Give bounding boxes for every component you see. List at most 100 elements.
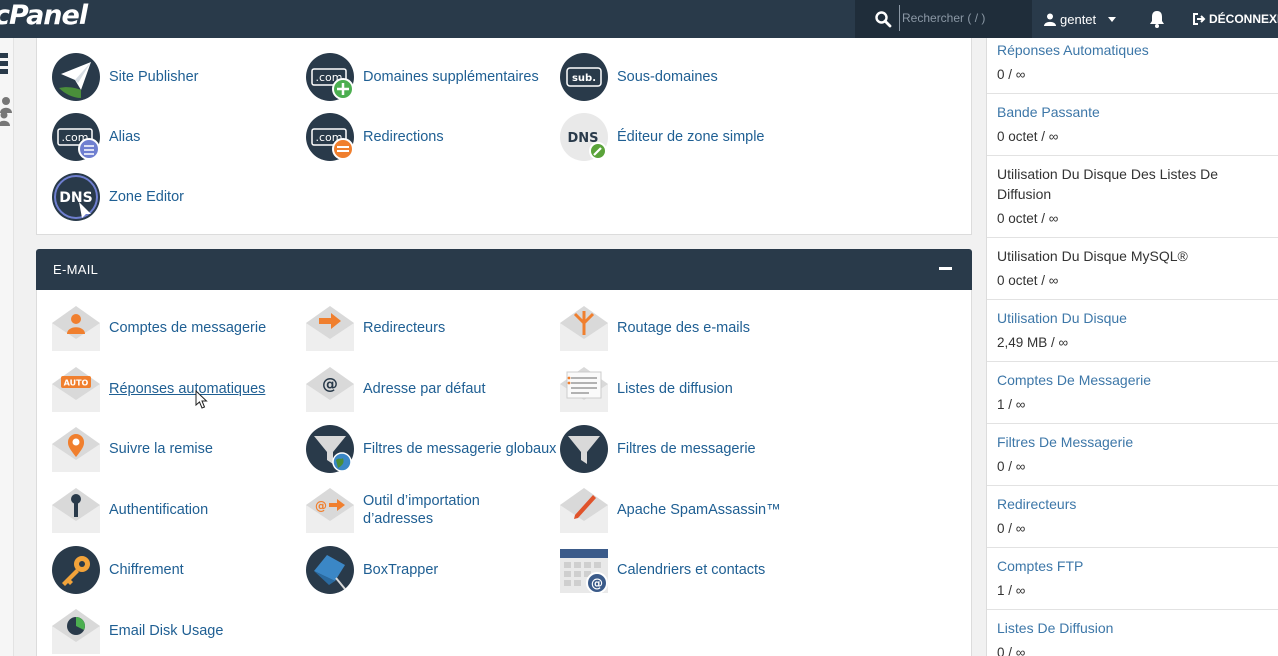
stat-row: Listes De Diffusion 0 / ∞: [987, 610, 1278, 656]
calendars-contacts-link[interactable]: @ Calendriers et contacts: [559, 545, 765, 595]
cpanel-logo[interactable]: cPanel: [0, 0, 88, 31]
stat-value: 0 octet / ∞: [997, 129, 1059, 144]
stat-name-link[interactable]: Comptes De Messagerie: [997, 370, 1151, 390]
svg-text:@: @: [322, 374, 338, 393]
forwarders-link[interactable]: Redirecteurs: [305, 303, 445, 353]
email-accounts-link[interactable]: Comptes de messagerie: [51, 303, 266, 353]
mailing-lists-link[interactable]: Listes de diffusion: [559, 364, 733, 414]
stat-value: 0 / ∞: [997, 645, 1026, 656]
dns-zone-icon: DNS: [52, 173, 100, 221]
chevron-down-icon: [1108, 16, 1117, 22]
stat-name-line: Diffusion: [997, 186, 1052, 202]
label-line: Outil d’importation: [363, 493, 480, 509]
stat-name-line: Utilisation Du Disque Des Listes De: [997, 166, 1218, 182]
stat-name-link[interactable]: Réponses Automatiques: [997, 40, 1149, 60]
stat-row: Utilisation Du Disque MySQL® 0 octet / ∞: [987, 238, 1278, 300]
boxtrapper-icon: [306, 546, 354, 594]
stat-name: Utilisation Du Disque MySQL®: [997, 248, 1188, 264]
boxtrapper-link[interactable]: BoxTrapper: [305, 545, 438, 595]
stats-panel: Réponses Automatiques 0 / ∞ Bande Passan…: [986, 38, 1278, 656]
encryption-link[interactable]: Chiffrement: [51, 545, 184, 595]
zone-editor-link[interactable]: DNS Zone Editor: [51, 172, 184, 222]
svg-text:DNS: DNS: [59, 190, 92, 206]
stat-row: Réponses Automatiques 0 / ∞: [987, 38, 1278, 94]
aliases-link[interactable]: .com Alias: [51, 112, 140, 162]
item-label: Comptes de messagerie: [109, 320, 267, 336]
stat-row: Redirecteurs 0 / ∞: [987, 486, 1278, 548]
logout-label: DÉCONNEXI: [1209, 12, 1278, 26]
com-add-icon: .com: [306, 53, 354, 101]
email-routing-link[interactable]: Routage des e-mails: [559, 303, 750, 353]
panel-title: E-MAIL: [53, 262, 99, 277]
grid-menu-icon[interactable]: [0, 52, 10, 76]
autoresponders-icon: AUTO: [52, 367, 100, 412]
autoresponders-link[interactable]: AUTO Réponses automatiques: [51, 364, 265, 414]
global-email-filters-link[interactable]: Filtres de messagerie globaux: [305, 424, 556, 474]
item-label: Éditeur de zone simple: [617, 129, 765, 145]
stat-row: Filtres De Messagerie 0 / ∞: [987, 424, 1278, 486]
encryption-icon: [52, 546, 100, 594]
stat-value: 0 octet / ∞: [997, 211, 1059, 226]
item-label: Listes de diffusion: [617, 381, 733, 397]
authentication-icon: [52, 488, 100, 533]
stat-name-link[interactable]: Comptes FTP: [997, 556, 1083, 576]
stat-value: 2,49 MB / ∞: [997, 335, 1069, 350]
user-menu[interactable]: gentet: [1044, 6, 1117, 32]
spamassassin-link[interactable]: Apache SpamAssassin™: [559, 485, 781, 535]
site-publisher-link[interactable]: Site Publisher: [51, 52, 198, 102]
email-filters-icon: [560, 425, 608, 473]
subdomains-link[interactable]: sub. Sous-domaines: [559, 52, 718, 102]
collapse-icon[interactable]: [939, 267, 952, 270]
item-label: Domaines supplémentaires: [363, 69, 539, 85]
stat-name-link[interactable]: Filtres De Messagerie: [997, 432, 1133, 452]
search-icon[interactable]: [874, 10, 892, 28]
label-line: d’adresses: [363, 511, 434, 527]
dns-edit-icon: DNS: [560, 113, 608, 161]
stat-row: Bande Passante 0 octet / ∞: [987, 94, 1278, 156]
item-label: Alias: [109, 129, 141, 145]
stat-name-link[interactable]: Redirecteurs: [997, 494, 1076, 514]
track-delivery-icon: [52, 427, 100, 472]
addon-domains-link[interactable]: .com Domaines supplémentaires: [305, 52, 539, 102]
email-routing-icon: [560, 306, 608, 351]
bell-icon[interactable]: [1147, 9, 1167, 29]
email-panel: Comptes de messagerie Redirecteurs Routa…: [36, 290, 972, 656]
item-label: Suivre la remise: [109, 441, 213, 457]
stat-row: Utilisation Du Disque Des Listes De Diff…: [987, 156, 1278, 238]
item-label: BoxTrapper: [363, 562, 439, 578]
svg-text:@: @: [315, 499, 327, 513]
left-rail: [0, 38, 14, 656]
track-delivery-link[interactable]: Suivre la remise: [51, 424, 213, 474]
search-box: [855, 0, 1032, 38]
stat-name-link[interactable]: Listes De Diffusion: [997, 618, 1113, 638]
item-label: Filtres de messagerie: [617, 441, 756, 457]
item-label: Site Publisher: [109, 69, 199, 85]
address-importer-link[interactable]: @ Outil d’importation d’adresses: [305, 485, 480, 535]
item-label: Zone Editor: [109, 189, 184, 205]
email-panel-header[interactable]: E-MAIL: [36, 249, 972, 290]
simple-zone-editor-link[interactable]: DNS Éditeur de zone simple: [559, 112, 765, 162]
svg-text:@: @: [591, 577, 603, 591]
stat-value: 0 octet / ∞: [997, 273, 1059, 288]
search-input[interactable]: [899, 5, 1024, 31]
mouse-cursor-icon: [195, 390, 208, 409]
redirects-link[interactable]: .com Redirections: [305, 112, 444, 162]
email-disk-usage-link[interactable]: Email Disk Usage: [51, 606, 223, 656]
stat-name-link[interactable]: Utilisation Du Disque: [997, 308, 1127, 328]
default-address-link[interactable]: @ Adresse par défaut: [305, 364, 486, 414]
logout-button[interactable]: DÉCONNEXI: [1193, 6, 1278, 32]
top-bar: cPanel gentet DÉCONNEXI: [0, 0, 1278, 38]
stat-name: Utilisation Du Disque Des Listes De Diff…: [997, 164, 1218, 204]
forwarders-icon: [306, 306, 354, 351]
calendars-contacts-icon: @: [560, 549, 608, 594]
users-icon[interactable]: [0, 96, 12, 126]
email-filters-link[interactable]: Filtres de messagerie: [559, 424, 756, 474]
com-alias-icon: .com: [52, 113, 100, 161]
stat-name-link[interactable]: Bande Passante: [997, 102, 1100, 122]
paper-plane-icon: [52, 53, 100, 101]
item-label: Redirecteurs: [363, 320, 446, 336]
authentication-link[interactable]: Authentification: [51, 485, 208, 535]
item-label: Email Disk Usage: [109, 623, 224, 639]
item-label: Réponses automatiques: [109, 381, 266, 397]
item-label: Apache SpamAssassin™: [617, 502, 781, 518]
